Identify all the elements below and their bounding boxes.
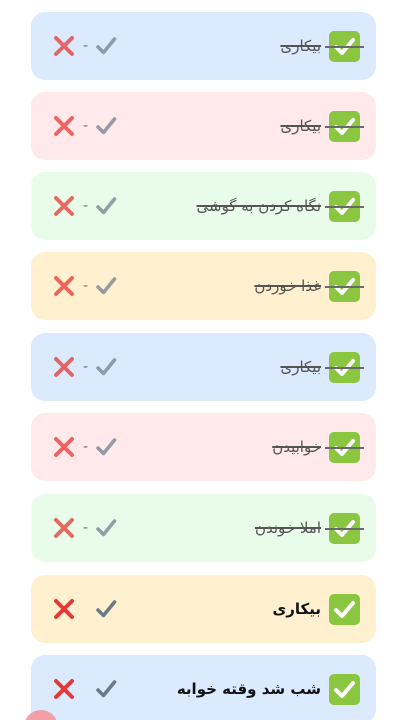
heavy-check-mark-icon <box>96 117 117 135</box>
task-title: بیکاری <box>280 37 321 55</box>
task-card[interactable]: - بیکاری <box>31 92 376 160</box>
task-title: شب شد وقته خوابه <box>176 680 321 698</box>
task-status-checkbox[interactable] <box>325 351 364 383</box>
mark-done-button[interactable] <box>94 194 118 218</box>
task-card[interactable]: - بیکاری <box>31 333 376 401</box>
white-heavy-check-mark-icon <box>334 358 355 376</box>
task-status-checkbox[interactable] <box>329 593 360 625</box>
mark-done-button[interactable] <box>94 355 118 379</box>
delete-button[interactable] <box>51 676 77 702</box>
task-card[interactable]: - نگاه کردن به گوشی <box>31 172 376 240</box>
cross-mark-icon <box>54 599 74 619</box>
task-status-checkbox[interactable] <box>325 270 364 302</box>
separator: - <box>83 439 89 455</box>
delete-button[interactable] <box>51 354 77 380</box>
heavy-check-mark-icon <box>96 438 117 456</box>
task-card[interactable]: - غذا خوردن <box>31 252 376 320</box>
task-status-checkbox[interactable] <box>325 431 364 463</box>
mark-done-button[interactable] <box>94 114 118 138</box>
white-heavy-check-mark-icon <box>334 438 355 456</box>
task-card[interactable]: - بیکاری <box>31 12 376 80</box>
mark-done-button[interactable] <box>94 597 118 621</box>
heavy-check-mark-icon <box>96 600 117 618</box>
task-actions: - <box>51 33 118 59</box>
task-actions: - <box>51 596 118 622</box>
task-card[interactable]: - خوابیدن <box>31 413 376 481</box>
separator: - <box>83 278 89 294</box>
task-title: غذا خوردن <box>254 277 321 295</box>
white-heavy-check-mark-icon <box>334 197 355 215</box>
task-status-checkbox[interactable] <box>325 30 364 62</box>
separator: - <box>83 38 89 54</box>
separator: - <box>83 118 89 134</box>
task-actions: - <box>51 193 118 219</box>
delete-button[interactable] <box>51 273 77 299</box>
task-card[interactable]: - بیکاری <box>31 575 376 643</box>
mark-done-button[interactable] <box>94 677 118 701</box>
task-title: بیکاری <box>272 600 322 618</box>
task-actions: - <box>51 354 118 380</box>
white-heavy-check-mark-icon <box>334 277 355 295</box>
mark-done-button[interactable] <box>94 274 118 298</box>
separator: - <box>83 520 89 536</box>
task-title: نگاه کردن به گوشی <box>196 197 321 215</box>
white-heavy-check-mark-icon <box>334 117 355 135</box>
task-list: - بیکاری - بیکاری - نگاه کردن به گوشی - … <box>0 0 407 720</box>
task-title: بیکاری <box>280 117 321 135</box>
task-card[interactable]: - شب شد وقته خوابه <box>31 655 376 720</box>
delete-button[interactable] <box>51 515 77 541</box>
task-actions: - <box>51 113 118 139</box>
white-heavy-check-mark-icon <box>334 680 355 698</box>
delete-button[interactable] <box>51 596 77 622</box>
task-status-checkbox[interactable] <box>325 110 364 142</box>
cross-mark-icon <box>54 276 74 296</box>
task-title: بیکاری <box>280 358 321 376</box>
separator: - <box>83 198 89 214</box>
task-actions: - <box>51 434 118 460</box>
task-status-checkbox[interactable] <box>325 190 364 222</box>
mark-done-button[interactable] <box>94 516 118 540</box>
task-actions: - <box>51 273 118 299</box>
separator: - <box>83 359 89 375</box>
cross-mark-icon <box>54 679 74 699</box>
cross-mark-icon <box>54 116 74 136</box>
task-actions: - <box>51 515 118 541</box>
white-heavy-check-mark-icon <box>334 600 355 618</box>
delete-button[interactable] <box>51 113 77 139</box>
heavy-check-mark-icon <box>96 519 117 537</box>
cross-mark-icon <box>54 357 74 377</box>
delete-button[interactable] <box>51 33 77 59</box>
white-heavy-check-mark-icon <box>334 37 355 55</box>
task-status-checkbox[interactable] <box>325 512 364 544</box>
task-title: املا خوندن <box>254 519 321 537</box>
heavy-check-mark-icon <box>96 197 117 215</box>
heavy-check-mark-icon <box>96 37 117 55</box>
cross-mark-icon <box>54 196 74 216</box>
cross-mark-icon <box>54 36 74 56</box>
task-card[interactable]: - املا خوندن <box>31 494 376 562</box>
task-actions: - <box>51 676 118 702</box>
delete-button[interactable] <box>51 434 77 460</box>
task-title: خوابیدن <box>272 438 321 456</box>
white-heavy-check-mark-icon <box>334 519 355 537</box>
heavy-check-mark-icon <box>96 277 117 295</box>
task-status-checkbox[interactable] <box>329 673 360 705</box>
mark-done-button[interactable] <box>94 34 118 58</box>
heavy-check-mark-icon <box>96 358 117 376</box>
delete-button[interactable] <box>51 193 77 219</box>
cross-mark-icon <box>54 518 74 538</box>
mark-done-button[interactable] <box>94 435 118 459</box>
heavy-check-mark-icon <box>96 680 117 698</box>
cross-mark-icon <box>54 437 74 457</box>
